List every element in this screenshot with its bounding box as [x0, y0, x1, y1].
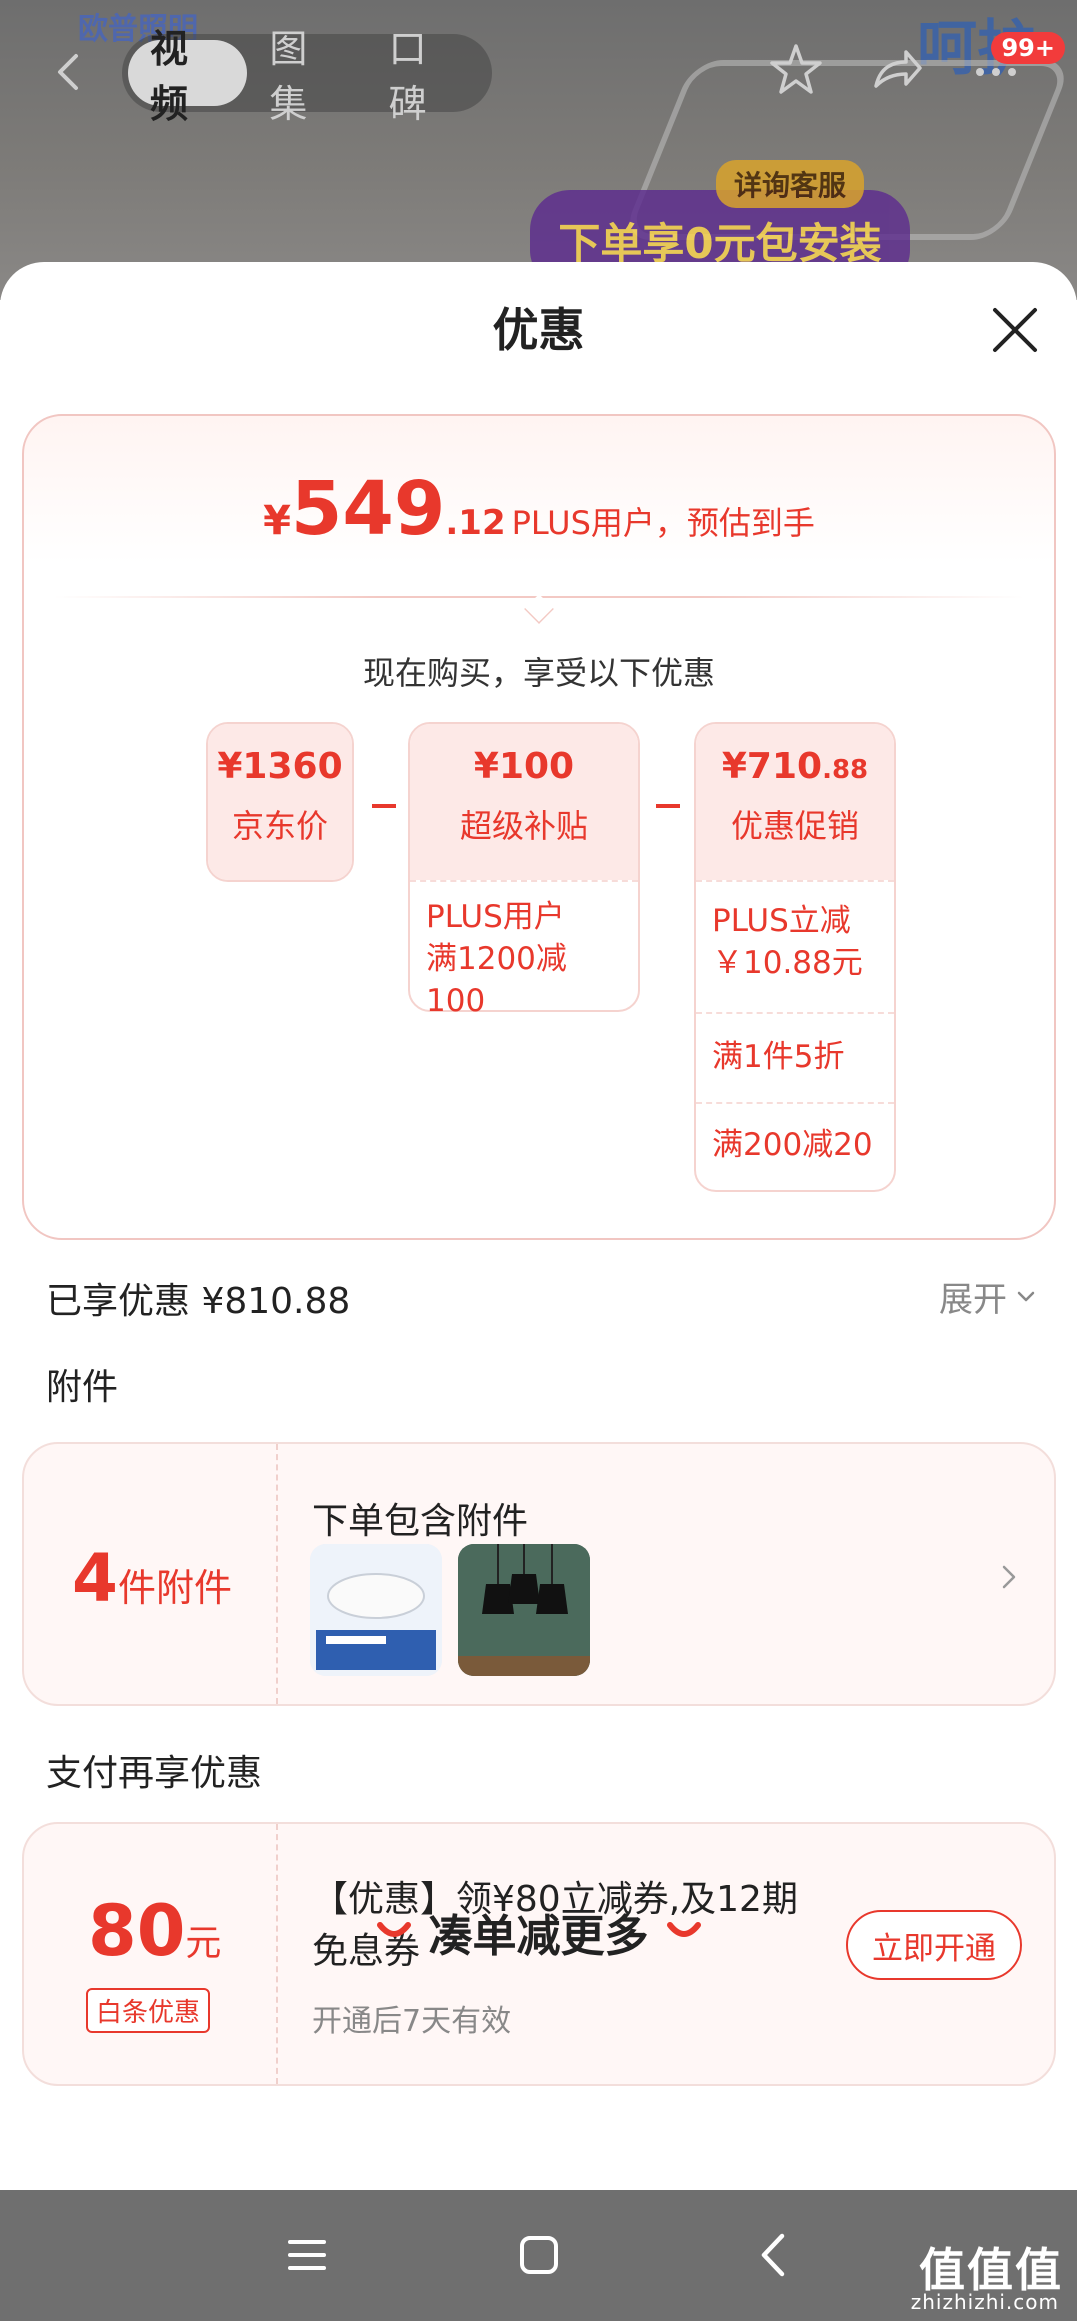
- chevron-down-icon: [1017, 1291, 1035, 1301]
- attachment-count: 4件附件: [72, 1540, 232, 1617]
- minus-sign: [656, 804, 680, 808]
- promotion-rule: 满1件5折: [696, 1012, 894, 1102]
- home-icon[interactable]: [514, 2230, 564, 2280]
- attachments-title: 下单包含附件: [312, 1501, 529, 1542]
- price-summary-card: ¥549.12 PLUS用户，预估到手 现在购买，享受以下优惠 ¥1360 京东价…: [22, 414, 1056, 1240]
- sheet-title: 优惠: [492, 303, 585, 357]
- expand-label: 展开: [939, 1280, 1007, 1320]
- share-icon[interactable]: [866, 40, 926, 100]
- smile-curve-icon: [666, 1922, 701, 1937]
- ceiling-lamp-thumb: [310, 1544, 442, 1676]
- subsidy-rule: PLUS用户 满1200减100: [410, 880, 638, 1036]
- media-tabs: 视频 图集 口碑: [122, 27, 492, 126]
- watermark-url: zhizhizhi.com: [910, 2290, 1059, 2314]
- promotion-amount-int: ¥710: [721, 746, 823, 787]
- star-icon[interactable]: [766, 40, 826, 100]
- cart-badge: 99+: [991, 32, 1065, 64]
- baitiao-tag: 白条优惠: [86, 1988, 211, 2033]
- attachments-card[interactable]: 4件附件 下单包含附件: [22, 1442, 1056, 1706]
- discount-sheet: 优惠 ¥549.12 PLUS用户，预估到手 现在购买，享受以下优惠 ¥1360 …: [0, 262, 1077, 2192]
- pendant-lamp-thumb: [458, 1544, 590, 1676]
- card-divider: [276, 1444, 278, 1704]
- enjoyed-discount: 已享优惠 ¥810.88: [46, 1281, 351, 1322]
- expand-button[interactable]: 展开: [939, 1272, 1037, 1321]
- currency-symbol: ¥: [263, 498, 291, 544]
- subsidy-amount: ¥100: [473, 746, 575, 787]
- buy-now-text: 现在购买，享受以下优惠: [362, 654, 715, 692]
- product-header: 欧普照明 呵护 视频 图集 口碑 99+ 下单享0元包安装 详询客服: [0, 0, 1077, 300]
- tab-reviews[interactable]: 口碑: [367, 27, 486, 126]
- subsidy-label: 超级补贴: [459, 807, 588, 845]
- recent-apps-icon[interactable]: [282, 2230, 332, 2280]
- promotion-rule: PLUS立减 ￥10.88元: [696, 880, 894, 1012]
- jd-price-box: ¥1360 京东价: [206, 722, 354, 882]
- price-integer: 549: [290, 466, 446, 552]
- estimated-price: ¥549.12 PLUS用户，预估到手: [24, 466, 1054, 552]
- close-icon[interactable]: [987, 302, 1043, 358]
- smile-curve-icon: [376, 1922, 411, 1937]
- summary-divider: [54, 594, 1024, 624]
- payment-heading: 支付再享优惠: [46, 1753, 263, 1794]
- promotion-amount: ¥710.88: [696, 724, 894, 787]
- consult-service-tag[interactable]: 详询客服: [716, 160, 865, 208]
- attachment-count-unit: 件附件: [117, 1566, 232, 1610]
- promotion-rule: 满200减20: [696, 1102, 894, 1188]
- price-note: PLUS用户，预估到手: [511, 504, 815, 542]
- minus-sign: [372, 804, 396, 808]
- attachment-count-number: 4: [72, 1540, 118, 1617]
- more-deals-label: 凑单减更多: [428, 1911, 649, 1962]
- chevron-right-icon: [1002, 1565, 1016, 1589]
- promotion-amount-dec: .88: [822, 755, 869, 785]
- jd-price-amount: ¥1360: [217, 746, 343, 787]
- promotion-label: 优惠促销: [730, 807, 859, 845]
- jd-price-label: 京东价: [231, 807, 328, 845]
- back-nav-icon[interactable]: [750, 2230, 800, 2280]
- price-decimal: .12: [445, 503, 506, 543]
- back-icon[interactable]: [48, 50, 92, 94]
- super-subsidy-box: ¥100 超级补贴 PLUS用户 满1200减100: [408, 722, 640, 1019]
- tab-video[interactable]: 视频: [128, 27, 248, 126]
- promotion-box: ¥710.88 优惠促销 PLUS立减 ￥10.88元 满1件5折 满200减2…: [694, 722, 896, 1192]
- tab-gallery[interactable]: 图集: [247, 27, 366, 126]
- attachments-heading: 附件: [46, 1367, 119, 1408]
- coupon-validity: 开通后7天有效: [312, 2004, 512, 2039]
- more-deals-link[interactable]: 凑单减更多: [0, 1900, 1077, 1964]
